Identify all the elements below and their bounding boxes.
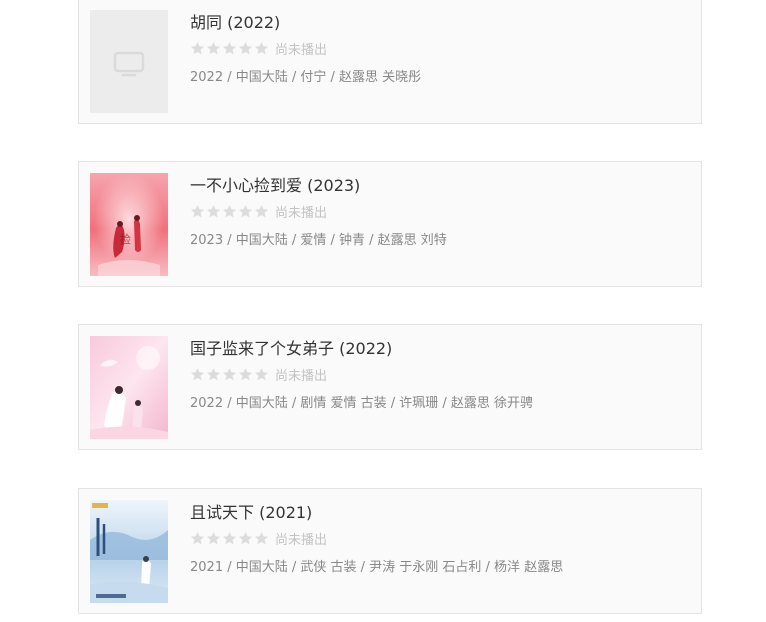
rating: 尚未播出: [190, 39, 328, 58]
rating-status: 尚未播出: [275, 368, 328, 384]
star-icon: [222, 367, 237, 380]
list-item[interactable]: 胡同 (2022) 尚未播出 2022 / 中国大陆 / 付宁 / 赵露思 关晓…: [78, 0, 702, 124]
star-icon: [206, 367, 221, 380]
item-meta: 2022 / 中国大陆 / 付宁 / 赵露思 关晓彤: [190, 70, 422, 85]
star-icon: [190, 204, 205, 217]
star-icon: [254, 204, 269, 217]
star-icon: [190, 531, 205, 544]
item-title[interactable]: 一不小心捡到爱 (2023): [190, 172, 360, 196]
list-item[interactable]: 捡 一不小心捡到爱 (2023) 尚未播出 2023 / 中国大陆 / 爱情 /…: [78, 161, 702, 287]
rating-stars: [190, 367, 269, 382]
item-meta: 2022 / 中国大陆 / 剧情 爱情 古装 / 许珮珊 / 赵露思 徐开骋: [190, 396, 534, 411]
star-icon: [222, 531, 237, 544]
star-icon: [190, 367, 205, 380]
star-icon: [254, 367, 269, 380]
poster-image[interactable]: 捡: [90, 173, 168, 276]
item-title[interactable]: 且试天下 (2021): [190, 499, 312, 523]
star-icon: [190, 41, 205, 54]
star-icon: [222, 41, 237, 54]
star-icon: [254, 41, 269, 54]
svg-text:捡: 捡: [120, 232, 131, 246]
poster-image[interactable]: [90, 500, 168, 603]
rating: 尚未播出: [190, 529, 328, 548]
star-icon: [206, 531, 221, 544]
star-icon: [206, 204, 221, 217]
poster-pink-red: 捡: [90, 173, 168, 276]
list-item[interactable]: 且试天下 (2021) 尚未播出 2021 / 中国大陆 / 武侠 古装 / 尹…: [78, 488, 702, 614]
star-icon: [238, 41, 253, 54]
poster-image[interactable]: [90, 336, 168, 439]
rating: 尚未播出: [190, 202, 328, 221]
poster-placeholder[interactable]: [90, 10, 168, 113]
poster-blue-white: [90, 500, 168, 603]
star-icon: [206, 41, 221, 54]
rating-stars: [190, 531, 269, 546]
star-icon: [222, 204, 237, 217]
rating-stars: [190, 41, 269, 56]
item-title[interactable]: 胡同 (2022): [190, 9, 280, 33]
rating-stars: [190, 204, 269, 219]
rating-status: 尚未播出: [275, 205, 328, 221]
star-icon: [238, 531, 253, 544]
rating: 尚未播出: [190, 365, 328, 384]
tv-icon: [90, 10, 168, 113]
rating-status: 尚未播出: [275, 532, 328, 548]
poster-pink-white: [90, 336, 168, 439]
star-icon: [254, 531, 269, 544]
rating-status: 尚未播出: [275, 42, 328, 58]
item-meta: 2023 / 中国大陆 / 爱情 / 钟青 / 赵露思 刘特: [190, 233, 447, 248]
star-icon: [238, 204, 253, 217]
item-meta: 2021 / 中国大陆 / 武侠 古装 / 尹涛 于永刚 石占利 / 杨洋 赵露…: [190, 560, 564, 575]
drama-list: 胡同 (2022) 尚未播出 2022 / 中国大陆 / 付宁 / 赵露思 关晓…: [0, 0, 766, 622]
list-item[interactable]: 国子监来了个女弟子 (2022) 尚未播出 2022 / 中国大陆 / 剧情 爱…: [78, 324, 702, 450]
star-icon: [238, 367, 253, 380]
item-title[interactable]: 国子监来了个女弟子 (2022): [190, 335, 392, 359]
